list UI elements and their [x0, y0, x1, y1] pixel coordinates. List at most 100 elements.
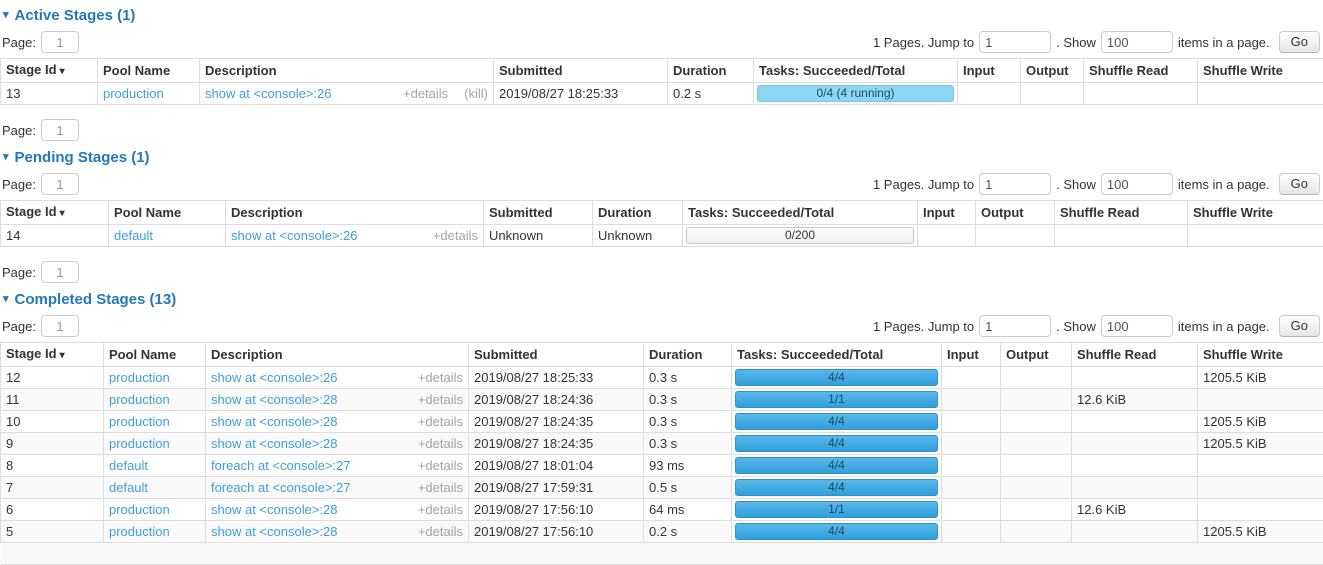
- description-cell: +details show at <console>:28: [206, 521, 469, 543]
- table-row: 10 production +details show at <console>…: [1, 411, 1323, 433]
- details-toggle[interactable]: +details: [418, 371, 463, 384]
- stage-id-cell: 10: [1, 411, 104, 433]
- description-link[interactable]: foreach at <console>:27: [211, 458, 351, 473]
- details-toggle[interactable]: +details: [418, 415, 463, 428]
- items-per-page-input[interactable]: [1101, 173, 1173, 195]
- output-cell: [1001, 433, 1072, 455]
- page-number-input[interactable]: [41, 315, 79, 337]
- details-toggle[interactable]: +details: [418, 525, 463, 538]
- page-number-input[interactable]: [41, 173, 79, 195]
- submitted-cell: 2019/08/27 18:25:33: [494, 83, 668, 105]
- show-label: . Show: [1056, 35, 1096, 50]
- description-link[interactable]: show at <console>:28: [211, 436, 337, 451]
- col-header-duration[interactable]: Duration: [593, 201, 683, 225]
- col-header-input[interactable]: Input: [942, 343, 1001, 367]
- go-button[interactable]: Go: [1279, 31, 1320, 53]
- col-header-tasks[interactable]: Tasks: Succeeded/Total: [683, 201, 918, 225]
- pool-name-link[interactable]: production: [109, 436, 170, 451]
- pool-name-link[interactable]: production: [103, 86, 164, 101]
- go-button[interactable]: Go: [1279, 315, 1320, 337]
- pool-name-link[interactable]: production: [109, 414, 170, 429]
- description-link[interactable]: show at <console>:26: [231, 228, 357, 243]
- pool-name-link[interactable]: production: [109, 370, 170, 385]
- shuffle-write-cell: [1198, 389, 1323, 411]
- kill-link[interactable]: (kill): [464, 87, 488, 100]
- col-header-submitted[interactable]: Submitted: [469, 343, 644, 367]
- details-toggle[interactable]: +details: [418, 503, 463, 516]
- output-cell: [1001, 367, 1072, 389]
- description-link[interactable]: show at <console>:28: [211, 392, 337, 407]
- col-header-description[interactable]: Description: [200, 59, 494, 83]
- duration-cell: 0.3 s: [644, 433, 732, 455]
- col-header-shuffle-read[interactable]: Shuffle Read: [1084, 59, 1198, 83]
- col-header-shuffle-write[interactable]: Shuffle Write: [1198, 343, 1323, 367]
- col-header-pool-name[interactable]: Pool Name: [104, 343, 206, 367]
- table-header-row: Stage Id▾ Pool Name Description Submitte…: [1, 201, 1323, 225]
- page-number-input[interactable]: [41, 31, 79, 53]
- col-header-duration[interactable]: Duration: [668, 59, 754, 83]
- items-per-page-input[interactable]: [1101, 31, 1173, 53]
- completed-stages-section: ▾ Completed Stages (13) Page: 1 Pages. J…: [0, 292, 1323, 565]
- col-header-duration[interactable]: Duration: [644, 343, 732, 367]
- jump-to-input[interactable]: [979, 315, 1051, 337]
- col-header-tasks[interactable]: Tasks: Succeeded/Total: [732, 343, 942, 367]
- description-link[interactable]: show at <console>:28: [211, 524, 337, 539]
- col-header-input[interactable]: Input: [918, 201, 976, 225]
- pool-name-link[interactable]: default: [109, 458, 148, 473]
- pool-name-link[interactable]: production: [109, 392, 170, 407]
- table-row: 5 production +details show at <console>:…: [1, 521, 1323, 543]
- duration-cell: 0.3 s: [644, 411, 732, 433]
- col-header-pool-name[interactable]: Pool Name: [98, 59, 200, 83]
- page-number-input[interactable]: [41, 261, 79, 283]
- sort-desc-icon: ▾: [60, 208, 65, 219]
- section-title-text: Completed Stages (13): [15, 292, 177, 307]
- description-link[interactable]: show at <console>:26: [205, 86, 331, 101]
- jump-to-input[interactable]: [979, 31, 1051, 53]
- col-header-input[interactable]: Input: [958, 59, 1021, 83]
- description-link[interactable]: show at <console>:28: [211, 414, 337, 429]
- col-header-stage-id[interactable]: Stage Id▾: [1, 201, 109, 225]
- col-header-output[interactable]: Output: [1001, 343, 1072, 367]
- details-toggle[interactable]: +details: [418, 437, 463, 450]
- pool-name-link[interactable]: default: [109, 480, 148, 495]
- description-cell: (kill) +details show at <console>:26: [200, 83, 494, 105]
- description-cell: +details show at <console>:28: [206, 389, 469, 411]
- items-per-page-input[interactable]: [1101, 315, 1173, 337]
- pool-name-link[interactable]: production: [109, 502, 170, 517]
- submitted-cell: 2019/08/27 18:24:36: [469, 389, 644, 411]
- details-toggle[interactable]: +details: [418, 393, 463, 406]
- output-cell: [1001, 455, 1072, 477]
- pool-name-link[interactable]: production: [109, 524, 170, 539]
- description-cell: +details show at <console>:26: [206, 367, 469, 389]
- col-header-tasks[interactable]: Tasks: Succeeded/Total: [754, 59, 958, 83]
- col-header-pool-name[interactable]: Pool Name: [109, 201, 226, 225]
- col-header-shuffle-read[interactable]: Shuffle Read: [1055, 201, 1188, 225]
- details-toggle[interactable]: +details: [403, 87, 448, 100]
- col-header-shuffle-read[interactable]: Shuffle Read: [1072, 343, 1198, 367]
- col-header-description[interactable]: Description: [226, 201, 484, 225]
- description-link[interactable]: show at <console>:26: [211, 370, 337, 385]
- section-header-completed-stages[interactable]: ▾ Completed Stages (13): [3, 292, 1323, 307]
- section-header-pending-stages[interactable]: ▾ Pending Stages (1): [3, 150, 1323, 165]
- col-header-submitted[interactable]: Submitted: [494, 59, 668, 83]
- go-button[interactable]: Go: [1279, 173, 1320, 195]
- details-toggle[interactable]: +details: [418, 481, 463, 494]
- clipped-cell: [1, 543, 1323, 565]
- description-link[interactable]: show at <console>:28: [211, 502, 337, 517]
- col-header-stage-id[interactable]: Stage Id▾: [1, 343, 104, 367]
- details-toggle[interactable]: +details: [433, 229, 478, 242]
- details-toggle[interactable]: +details: [418, 459, 463, 472]
- pool-name-link[interactable]: default: [114, 228, 153, 243]
- output-cell: [1021, 83, 1084, 105]
- description-link[interactable]: foreach at <console>:27: [211, 480, 351, 495]
- page-number-input[interactable]: [41, 119, 79, 141]
- col-header-output[interactable]: Output: [976, 201, 1055, 225]
- col-header-output[interactable]: Output: [1021, 59, 1084, 83]
- col-header-submitted[interactable]: Submitted: [484, 201, 593, 225]
- section-header-active-stages[interactable]: ▾ Active Stages (1): [3, 8, 1323, 23]
- jump-to-input[interactable]: [979, 173, 1051, 195]
- col-header-description[interactable]: Description: [206, 343, 469, 367]
- col-header-stage-id[interactable]: Stage Id▾: [1, 59, 98, 83]
- col-header-shuffle-write[interactable]: Shuffle Write: [1198, 59, 1323, 83]
- col-header-shuffle-write[interactable]: Shuffle Write: [1188, 201, 1323, 225]
